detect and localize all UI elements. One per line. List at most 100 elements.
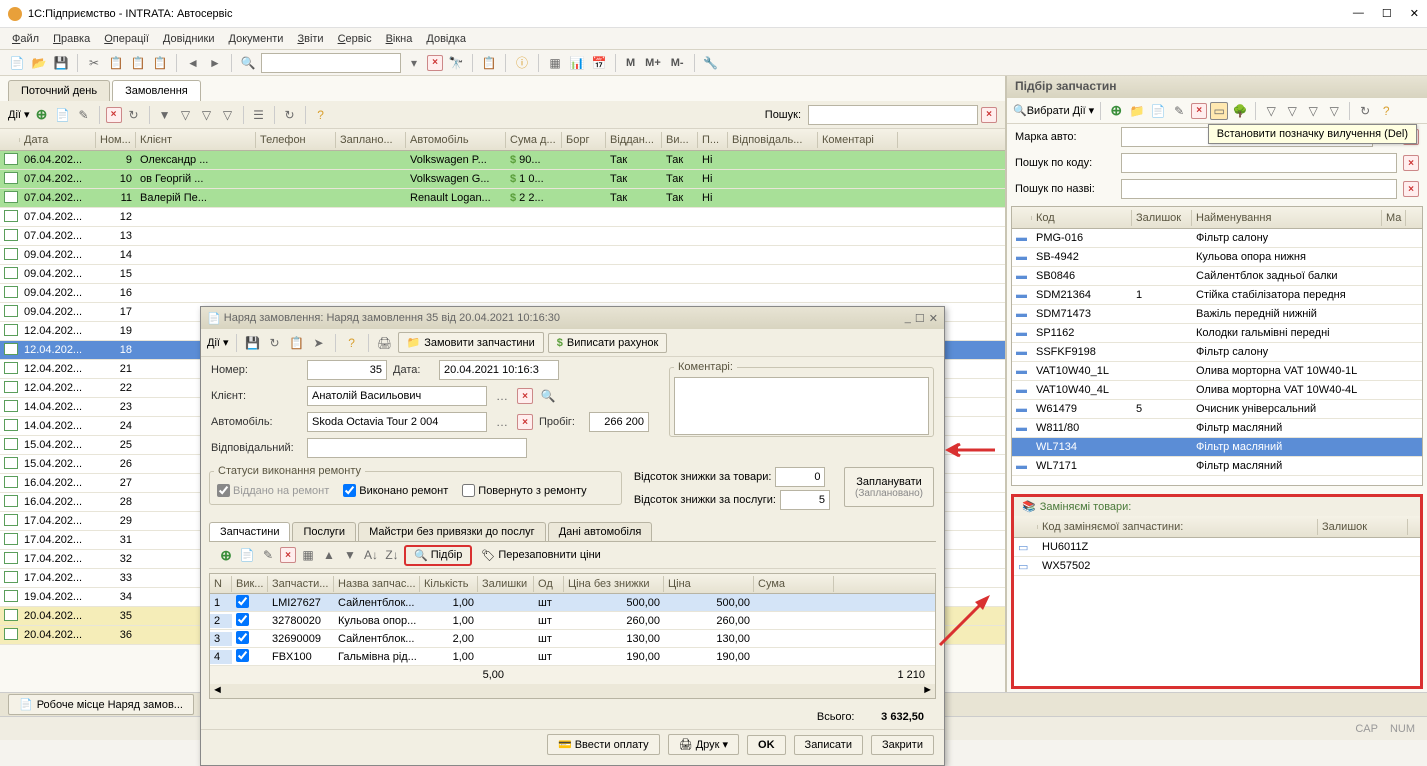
copy3-icon[interactable]: 📋 bbox=[480, 54, 498, 72]
rp-refresh-icon[interactable]: ↻ bbox=[1356, 102, 1374, 120]
modal-close[interactable]: ✕ bbox=[929, 312, 938, 325]
modal-print-icon[interactable]: 🖨 bbox=[376, 334, 394, 352]
code-input[interactable] bbox=[1121, 153, 1397, 173]
chk-returned[interactable]: Повернуто з ремонту bbox=[462, 484, 586, 497]
parts-col-6[interactable]: Од bbox=[534, 576, 564, 592]
chk-done[interactable]: Виконано ремонт bbox=[343, 484, 448, 497]
invoice-button[interactable]: $Виписати рахунок bbox=[548, 333, 668, 353]
orders-col-1[interactable]: Дата bbox=[20, 132, 96, 148]
part-edit-icon[interactable]: ✎ bbox=[259, 546, 277, 564]
catalog-row[interactable]: ▬VAT10W40_4LОлива морторна VAT 10W40-4L bbox=[1012, 381, 1422, 400]
ok-button[interactable]: OK bbox=[747, 735, 786, 755]
rp-col-1[interactable]: Код bbox=[1032, 210, 1132, 226]
delete-icon[interactable]: × bbox=[106, 107, 122, 123]
cut-icon[interactable]: ✂ bbox=[85, 54, 103, 72]
print-button[interactable]: 🖨 Друк ▾ bbox=[668, 734, 739, 755]
part-add-icon[interactable]: ⊕ bbox=[217, 546, 235, 564]
rp-mark-icon[interactable]: ▭ bbox=[1210, 102, 1228, 120]
paste-icon[interactable]: 📋 bbox=[129, 54, 147, 72]
modal-refresh-icon[interactable]: ↻ bbox=[266, 334, 284, 352]
catalog-row[interactable]: ▬VAT10W40_1LОлива морторна VAT 10W40-1L bbox=[1012, 362, 1422, 381]
filter4-icon[interactable]: ▽ bbox=[219, 106, 237, 124]
open-icon[interactable]: 📂 bbox=[30, 54, 48, 72]
orders-row[interactable]: 07.04.202...13 bbox=[0, 227, 1005, 246]
parts-col-7[interactable]: Ціна без знижки bbox=[564, 576, 664, 592]
menu-file[interactable]: Файл bbox=[12, 33, 39, 45]
orders-row[interactable]: 07.04.202...11Валерій Пе...Renault Logan… bbox=[0, 189, 1005, 208]
menu-reports[interactable]: Звіти bbox=[297, 33, 323, 45]
disc-goods-input[interactable] bbox=[775, 467, 825, 487]
alt-row[interactable]: ▭WX57502 bbox=[1014, 557, 1420, 576]
parts-col-8[interactable]: Ціна bbox=[664, 576, 754, 592]
catalog-row[interactable]: ▬SP1162Колодки гальмівні передні bbox=[1012, 324, 1422, 343]
mileage-input[interactable] bbox=[589, 412, 649, 432]
pay-button[interactable]: 💳 Ввести оплату bbox=[547, 734, 660, 755]
part-grid-icon[interactable]: ▦ bbox=[299, 546, 317, 564]
copy-row-icon[interactable]: 📄 bbox=[54, 106, 72, 124]
menu-edit[interactable]: Правка bbox=[53, 33, 90, 45]
menu-documents[interactable]: Документи bbox=[229, 33, 284, 45]
orders-row[interactable]: 07.04.202...10ов Георгій ...Volkswagen G… bbox=[0, 170, 1005, 189]
alt-col-0[interactable] bbox=[1014, 525, 1038, 529]
modal-max[interactable]: ☐ bbox=[915, 312, 925, 325]
part-down-icon[interactable]: ▼ bbox=[341, 546, 359, 564]
modal-min[interactable]: _ bbox=[905, 312, 911, 325]
part-copy-icon[interactable]: 📄 bbox=[238, 546, 256, 564]
orders-col-12[interactable]: Відповідаль... bbox=[728, 132, 818, 148]
orders-col-3[interactable]: Клієнт bbox=[136, 132, 256, 148]
calc-icon[interactable]: 📊 bbox=[568, 54, 586, 72]
auto-clear-icon[interactable]: × bbox=[517, 414, 533, 430]
orders-col-10[interactable]: Ви... bbox=[662, 132, 698, 148]
orders-row[interactable]: 09.04.202...14 bbox=[0, 246, 1005, 265]
copy-icon[interactable]: 📋 bbox=[107, 54, 125, 72]
orders-col-6[interactable]: Автомобіль bbox=[406, 132, 506, 148]
menu-windows[interactable]: Вікна bbox=[386, 33, 413, 45]
rp-f4-icon[interactable]: ▽ bbox=[1325, 102, 1343, 120]
catalog-row[interactable]: ▬SDM213641Стійка стабілізатора передня bbox=[1012, 286, 1422, 305]
intab-masters[interactable]: Майстри без привязки до послуг bbox=[358, 522, 546, 541]
rp-col-3[interactable]: Найменування bbox=[1192, 210, 1382, 226]
parts-col-0[interactable]: N bbox=[210, 576, 232, 592]
name-input[interactable] bbox=[1121, 179, 1397, 199]
parts-row[interactable]: 4FBX100Гальмівна рід...1,00шт190,00190,0… bbox=[210, 648, 935, 666]
orders-row[interactable]: 07.04.202...12 bbox=[0, 208, 1005, 227]
intab-services[interactable]: Послуги bbox=[292, 522, 356, 541]
orders-col-8[interactable]: Борг bbox=[562, 132, 606, 148]
parts-col-5[interactable]: Залишки bbox=[478, 576, 534, 592]
intab-parts[interactable]: Запчастини bbox=[209, 522, 290, 541]
comments-input[interactable] bbox=[674, 377, 929, 435]
grid-icon[interactable]: ▦ bbox=[546, 54, 564, 72]
catalog-row[interactable]: ▬SDM71473Важіль передній нижній bbox=[1012, 305, 1422, 324]
rp-col-4[interactable]: Ма bbox=[1382, 210, 1406, 226]
rp-copy-icon[interactable]: 📄 bbox=[1149, 102, 1167, 120]
parts-col-2[interactable]: Запчасти... bbox=[268, 576, 334, 592]
parts-row[interactable]: 232780020Кульова опор...1,00шт260,00260,… bbox=[210, 612, 935, 630]
toolbar-search[interactable] bbox=[261, 53, 401, 73]
parts-row[interactable]: 1LMI27627Сайлентблок...1,00шт500,00500,0… bbox=[210, 594, 935, 612]
zoom-icon[interactable]: 🔍 bbox=[239, 54, 257, 72]
number-input[interactable] bbox=[307, 360, 387, 380]
rp-col-0[interactable] bbox=[1012, 216, 1032, 220]
menu-directories[interactable]: Довідники bbox=[163, 33, 215, 45]
auto-input[interactable] bbox=[307, 412, 487, 432]
mminus-button[interactable]: M- bbox=[668, 57, 687, 69]
menu-operations[interactable]: Операції bbox=[104, 33, 149, 45]
rp-actions[interactable]: Дії ▾ bbox=[1073, 104, 1095, 117]
close-button[interactable]: ✕ bbox=[1410, 7, 1419, 20]
tab-orders[interactable]: Замовлення bbox=[112, 80, 201, 101]
rp-edit-icon[interactable]: ✎ bbox=[1170, 102, 1188, 120]
edit-icon[interactable]: ✎ bbox=[75, 106, 93, 124]
alt-col-2[interactable]: Залишок bbox=[1318, 519, 1408, 535]
client-input[interactable] bbox=[307, 386, 487, 406]
parts-row[interactable]: 332690009Сайлентблок...2,00шт130,00130,0… bbox=[210, 630, 935, 648]
parts-col-1[interactable]: Вик... bbox=[232, 576, 268, 592]
alt-row[interactable]: ▭HU6011Z bbox=[1014, 538, 1420, 557]
tab-current-day[interactable]: Поточний день bbox=[8, 80, 110, 101]
rp-tree-icon[interactable]: 🌳 bbox=[1231, 102, 1249, 120]
cal-icon[interactable]: 📅 bbox=[590, 54, 608, 72]
menu-service[interactable]: Сервіс bbox=[338, 33, 372, 45]
modal-actions[interactable]: Дії ▾ bbox=[207, 336, 229, 349]
modal-go-icon[interactable]: ➤ bbox=[310, 334, 328, 352]
client-clear-icon[interactable]: × bbox=[517, 388, 533, 404]
catalog-row[interactable]: ▬SSFKF9198Фільтр салону bbox=[1012, 343, 1422, 362]
